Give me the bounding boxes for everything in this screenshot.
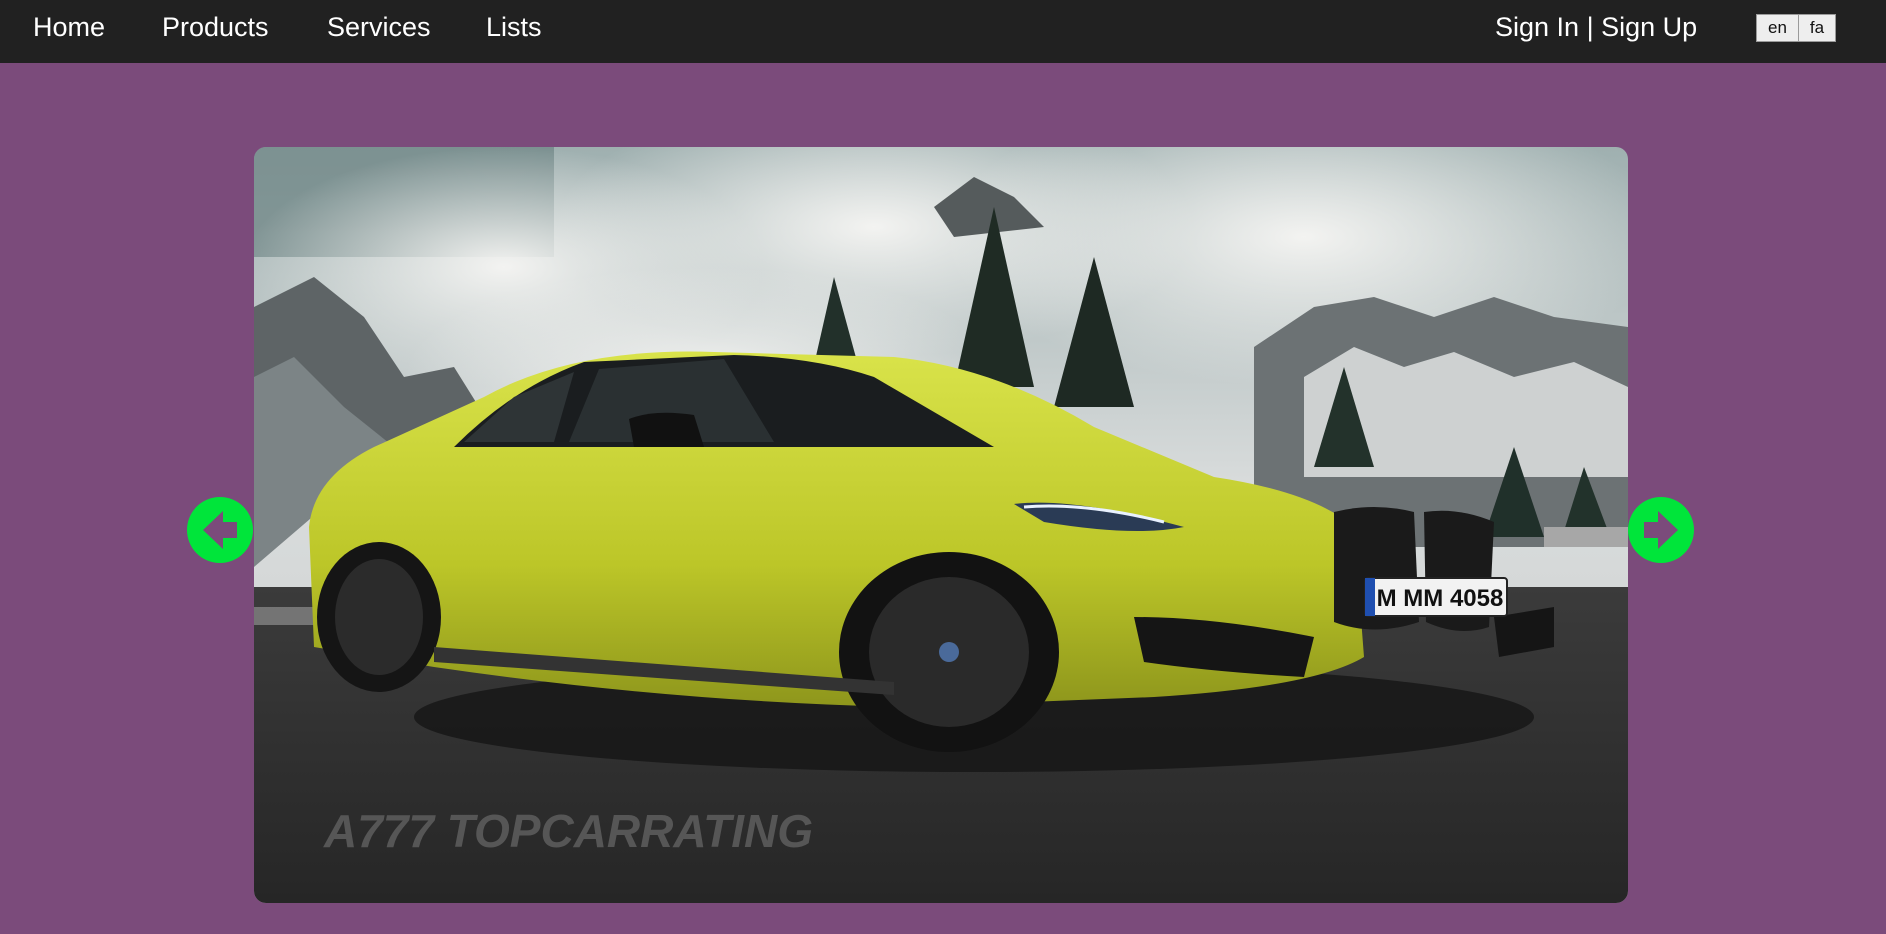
sign-in-link[interactable]: Sign In	[1495, 12, 1579, 42]
sign-up-link[interactable]: Sign Up	[1601, 12, 1697, 42]
arrow-right-circle-icon	[1628, 497, 1694, 563]
license-plate-text: M MM 4058	[1377, 585, 1504, 612]
lang-fa-button[interactable]: fa	[1799, 14, 1836, 42]
nav-home-link[interactable]: Home	[33, 11, 105, 43]
watermark-text: A777 TOPCARRATING	[323, 805, 813, 857]
nav-products-link[interactable]: Products	[162, 11, 269, 43]
language-switcher: en fa	[1756, 14, 1836, 42]
slider-next-button[interactable]	[1628, 497, 1694, 563]
arrow-left-circle-icon	[187, 497, 253, 563]
auth-separator: |	[1586, 12, 1594, 42]
image-slider: M MM 4058 A777 TOPCARRATING	[254, 147, 1628, 903]
auth-links: Sign In | Sign Up	[1495, 11, 1697, 43]
top-navbar: Home Products Services Lists Sign In | S…	[0, 0, 1886, 63]
nav-lists-link[interactable]: Lists	[486, 11, 542, 43]
lang-en-button[interactable]: en	[1756, 14, 1799, 42]
slider-prev-button[interactable]	[187, 497, 253, 563]
nav-services-link[interactable]: Services	[327, 11, 431, 43]
car-slide-image: M MM 4058 A777 TOPCARRATING	[254, 147, 1628, 903]
